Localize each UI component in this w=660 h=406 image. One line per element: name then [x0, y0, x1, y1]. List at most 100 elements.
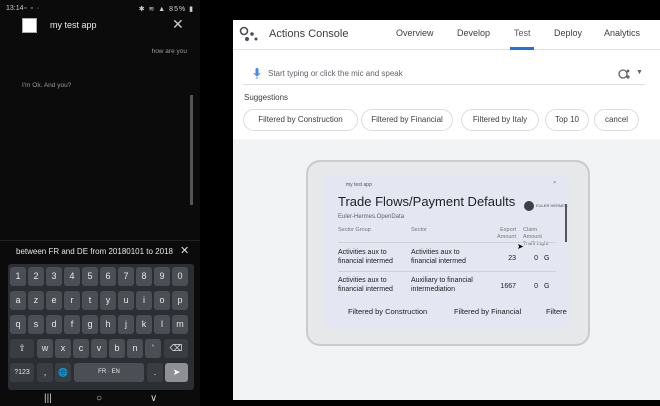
tab-deploy[interactable]: Deploy [554, 28, 582, 38]
clear-query-icon[interactable]: ✕ [180, 244, 189, 257]
key[interactable]: 6 [100, 267, 116, 286]
suggestion-chip[interactable]: Filtered by Financial [361, 109, 453, 131]
key[interactable]: 8 [136, 267, 152, 286]
suggestion-chip[interactable]: Filtered by Construction [243, 109, 358, 131]
key[interactable]: 3 [46, 267, 62, 286]
device-chip[interactable]: Filtered by Construction [348, 307, 427, 316]
symbols-key[interactable]: ?123 [10, 363, 34, 382]
suggestion-chip[interactable]: Top 10 [545, 109, 589, 131]
globe-icon[interactable]: 🌐 [55, 363, 71, 382]
tab-analytics[interactable]: Analytics [604, 28, 640, 38]
user-message: how are you [151, 48, 187, 55]
close-icon[interactable]: ✕ [172, 16, 184, 33]
key[interactable]: y [100, 291, 116, 310]
key[interactable]: l [154, 315, 170, 334]
smart-display-frame: my test app × Trade Flows/Payment Defaul… [306, 160, 590, 346]
key[interactable]: 7 [118, 267, 134, 286]
actions-logo-icon [239, 26, 258, 41]
phone-screen: 13:14 ▫ ▫ · ✱ ≋ ▲ 85% ▮ my test app ✕ ho… [0, 0, 200, 406]
assistant-message: I'm Ok. And you? [22, 82, 72, 89]
key[interactable]: ' [145, 339, 161, 358]
key[interactable]: g [82, 315, 98, 334]
recents-icon[interactable]: ||| [44, 393, 52, 404]
smart-display-screen: my test app × Trade Flows/Payment Defaul… [324, 176, 570, 328]
tab-overview[interactable]: Overview [396, 28, 434, 38]
key[interactable]: 0 [172, 267, 188, 286]
key[interactable]: h [100, 315, 116, 334]
key[interactable]: a [10, 291, 26, 310]
suggestion-chip[interactable]: Filtered by Italy [461, 109, 539, 131]
mouse-cursor-icon: ➤ [517, 242, 524, 251]
keyboard-row-1: a z e r t y u i o p [10, 291, 192, 311]
send-key[interactable]: ➤ [165, 363, 188, 382]
table-header: Sector [411, 227, 427, 233]
device-app-name: my test app [346, 182, 372, 188]
assistant-surface-icon[interactable] [618, 67, 632, 81]
device-chip[interactable]: Filtere [546, 307, 567, 316]
device-chip[interactable]: Filtered by Financial [454, 307, 521, 316]
key[interactable]: f [64, 315, 80, 334]
key[interactable]: 9 [154, 267, 170, 286]
key[interactable]: r [64, 291, 80, 310]
back-icon[interactable]: ∨ [150, 393, 157, 404]
suggestion-chip[interactable]: cancel [594, 109, 639, 131]
shift-key[interactable]: ⇧ [10, 339, 34, 358]
top-navigation: Actions Console Overview Develop Test De… [233, 20, 660, 50]
key[interactable]: c [73, 339, 89, 358]
query-input-bar[interactable]: between FR and DE from 20180101 to 2018 … [0, 240, 200, 262]
tab-test[interactable]: Test [514, 28, 531, 38]
key[interactable]: z [28, 291, 44, 310]
key[interactable]: e [46, 291, 62, 310]
key[interactable]: 1 [10, 267, 26, 286]
device-preview-area: my test app × Trade Flows/Payment Defaul… [233, 139, 660, 400]
android-nav-bar: ||| ○ ∨ [0, 393, 200, 406]
logo-mark-icon [524, 201, 534, 211]
simulator-input[interactable]: Start typing or click the mic and speak [268, 69, 403, 78]
device-close-icon[interactable]: × [553, 180, 556, 186]
mic-icon[interactable] [253, 68, 261, 80]
euler-hermes-logo: EULER HERMES [524, 200, 568, 212]
key[interactable]: p [172, 291, 188, 310]
table-cell: G [544, 255, 550, 262]
suggestions-heading: Suggestions [244, 93, 289, 102]
card-scrollbar[interactable] [565, 204, 567, 242]
period-key[interactable]: . [147, 363, 163, 382]
key[interactable]: 2 [28, 267, 44, 286]
key[interactable]: 5 [82, 267, 98, 286]
key[interactable]: t [82, 291, 98, 310]
home-icon[interactable]: ○ [96, 393, 102, 404]
key[interactable]: j [118, 315, 134, 334]
app-icon [22, 18, 37, 33]
chat-scrollbar[interactable] [190, 95, 193, 205]
key[interactable]: b [109, 339, 125, 358]
key[interactable]: 4 [64, 267, 80, 286]
key[interactable]: m [172, 315, 188, 334]
key[interactable]: w [37, 339, 53, 358]
tab-develop[interactable]: Develop [457, 28, 490, 38]
window-gap [200, 0, 233, 406]
key[interactable]: k [136, 315, 152, 334]
brand-title: Actions Console [269, 28, 349, 40]
table-cell: Activities aux to financial intermed [411, 249, 466, 265]
comma-key[interactable]: , [37, 363, 53, 382]
backspace-key[interactable]: ⌫ [164, 339, 188, 358]
key[interactable]: u [118, 291, 134, 310]
key[interactable]: q [10, 315, 26, 334]
table-cell: 23 [508, 255, 516, 262]
active-tab-indicator [510, 47, 534, 50]
key[interactable]: o [154, 291, 170, 310]
key[interactable]: d [46, 315, 62, 334]
key[interactable]: i [136, 291, 152, 310]
table-header: Claim Amount Traffi Light [523, 227, 555, 248]
key[interactable]: v [91, 339, 107, 358]
simulator-input-bar[interactable]: Start typing or click the mic and speak … [243, 63, 645, 85]
status-system-icons: ✱ ≋ ▲ 85% ▮ [138, 6, 194, 13]
query-input[interactable]: between FR and DE from 20180101 to 2018 [16, 247, 173, 256]
spacebar[interactable]: FR · EN [74, 363, 144, 382]
key[interactable]: n [127, 339, 143, 358]
table-cell: Activities aux to financial intermed [338, 249, 393, 265]
key[interactable]: s [28, 315, 44, 334]
key[interactable]: x [55, 339, 71, 358]
chevron-down-icon[interactable]: ▼ [636, 69, 643, 76]
card-subtitle: Euler-Hermes.OpenData [338, 214, 405, 220]
